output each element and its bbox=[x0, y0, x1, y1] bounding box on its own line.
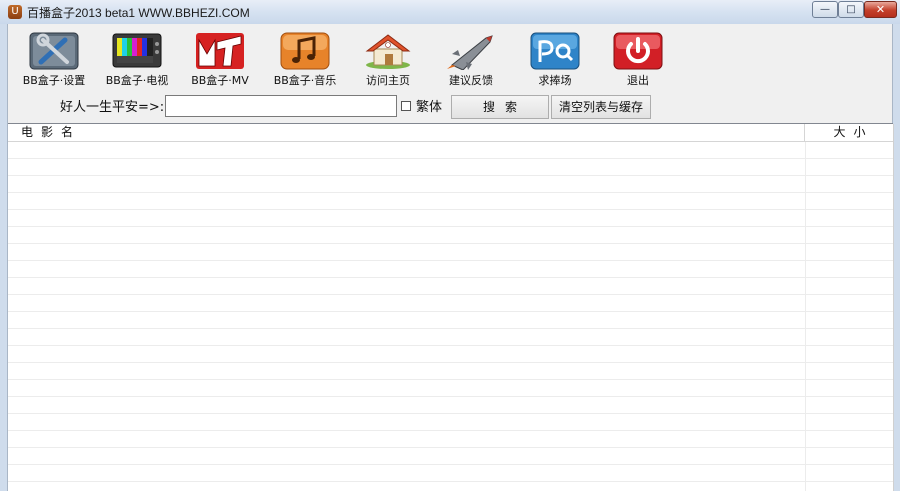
column-header-movie-name[interactable]: 电影名 bbox=[8, 124, 805, 141]
settings-label: BB盒子·设置 bbox=[22, 74, 86, 87]
column-header-size[interactable]: 大小 bbox=[806, 124, 893, 141]
title-bar[interactable]: U 百播盒子2013 beta1 WWW.BBHEZI.COM — □ ✕ bbox=[0, 0, 900, 24]
maximize-button[interactable]: □ bbox=[838, 1, 864, 18]
movie-list[interactable]: 电影名 大小 bbox=[8, 123, 894, 491]
maximize-icon: □ bbox=[846, 4, 856, 15]
homepage-label: 访问主页 bbox=[366, 74, 410, 87]
list-right-edge bbox=[893, 124, 894, 491]
music-note-icon bbox=[280, 32, 330, 70]
mv-label: BB盒子·MV bbox=[191, 74, 249, 87]
power-icon bbox=[613, 32, 663, 70]
rocket-icon bbox=[446, 32, 496, 71]
tv-icon bbox=[112, 32, 162, 70]
window-title: 百播盒子2013 beta1 WWW.BBHEZI.COM bbox=[27, 6, 250, 20]
support-label: 求捧场 bbox=[538, 74, 572, 87]
settings-button[interactable]: BB盒子·设置 bbox=[11, 32, 97, 90]
app-logo-icon[interactable]: U bbox=[8, 5, 22, 19]
list-body[interactable] bbox=[8, 142, 893, 491]
app-window: U 百播盒子2013 beta1 WWW.BBHEZI.COM — □ ✕ BB… bbox=[0, 0, 900, 491]
client-area: BB盒子·设置 BB盒子·电视 BB盒子·MV BB盒子·音乐 访问主页 建议反… bbox=[7, 24, 894, 491]
tools-icon bbox=[29, 32, 79, 70]
mv-button[interactable]: BB盒子·MV bbox=[177, 32, 263, 90]
music-label: BB盒子·音乐 bbox=[273, 74, 337, 87]
close-button[interactable]: ✕ bbox=[864, 1, 897, 18]
homepage-button[interactable]: 访问主页 bbox=[345, 32, 431, 90]
minimize-button[interactable]: — bbox=[812, 1, 838, 18]
minimize-icon: — bbox=[820, 4, 830, 15]
tv-button[interactable]: BB盒子·电视 bbox=[94, 32, 180, 90]
music-button[interactable]: BB盒子·音乐 bbox=[262, 32, 348, 90]
close-icon: ✕ bbox=[875, 3, 886, 16]
list-header: 电影名 大小 bbox=[8, 124, 893, 142]
exit-label: 退出 bbox=[627, 74, 649, 87]
search-button[interactable]: 搜索 bbox=[451, 95, 549, 119]
traditional-label[interactable]: 繁体 bbox=[416, 96, 442, 115]
mtv-icon bbox=[195, 32, 245, 70]
clear-list-cache-button[interactable]: 清空列表与缓存 bbox=[551, 95, 651, 119]
exit-button[interactable]: 退出 bbox=[595, 32, 681, 90]
feedback-button[interactable]: 建议反馈 bbox=[428, 32, 514, 90]
traditional-checkbox[interactable] bbox=[401, 101, 411, 111]
search-prompt-label: 好人一生平安=>: bbox=[60, 100, 165, 115]
feedback-label: 建议反馈 bbox=[449, 74, 493, 87]
home-icon bbox=[363, 32, 413, 70]
search-input[interactable] bbox=[165, 95, 397, 117]
tv-label: BB盒子·电视 bbox=[105, 74, 169, 87]
support-button[interactable]: 求捧场 bbox=[512, 32, 598, 90]
column-divider bbox=[805, 142, 806, 491]
search-logo-icon bbox=[530, 32, 580, 70]
